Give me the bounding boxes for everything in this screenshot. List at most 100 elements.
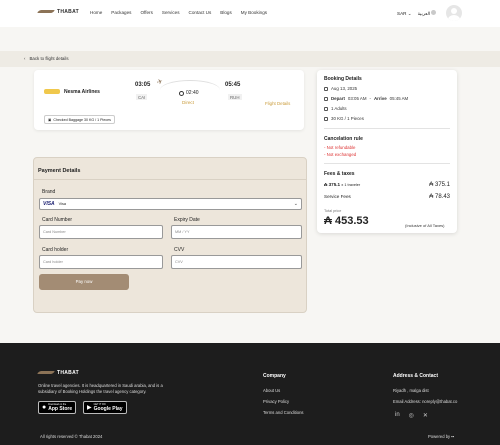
stops-label: Direct <box>182 100 194 105</box>
currency-label: SAR <box>397 10 407 16</box>
google-play-big: Google Play <box>93 406 123 412</box>
back-link[interactable]: ‹ Back to flight details <box>24 56 69 61</box>
flight-summary-card: Nesma Airlines 03:05 CAI ✈ 02:40 Direct … <box>34 70 304 130</box>
linkedin-icon[interactable]: in <box>395 412 400 419</box>
expiry-input[interactable]: MM / YY <box>171 225 302 239</box>
brand-select[interactable]: VISA Visa ⌄ <box>39 198 302 210</box>
google-play-badge[interactable]: ▶ GET IT ON Google Play <box>83 401 127 414</box>
chevron-down-icon: ⌄ <box>293 201 298 207</box>
rule-refund: - Not refundable <box>324 145 356 150</box>
instagram-icon[interactable]: ◎ <box>409 412 414 419</box>
nav-blogs[interactable]: Blogs <box>220 10 232 15</box>
visa-icon: VISA <box>43 200 55 207</box>
payment-title: Payment Details <box>38 168 81 174</box>
language-selector[interactable]: العربية <box>418 10 437 17</box>
footer-logo[interactable]: THABAT <box>38 370 79 376</box>
footer-description: Online travel agencies. It is headquarte… <box>38 383 163 394</box>
fare-total: ₳ 375.1 <box>429 182 450 188</box>
card-number-input[interactable]: Card Number <box>39 225 163 239</box>
copyright: All rights reserved © Thabat 2024 <box>40 434 103 439</box>
riyal-icon: ₳ <box>324 182 328 187</box>
nav-services[interactable]: Services <box>162 10 180 15</box>
provider-logo-icon: ▪▪ <box>451 434 455 439</box>
fare-row: ₳ 375.1 x 1 traveler ₳ 375.1 <box>324 182 450 188</box>
address-text: Riyadh , malga dist <box>393 388 429 393</box>
booking-date: Aug 13, 2025 <box>331 86 358 91</box>
nav-packages[interactable]: Packages <box>111 10 131 15</box>
total-value: 453.53 <box>335 215 369 227</box>
address-title: Address & Contact <box>393 373 439 379</box>
flight-duration: 02:40 <box>179 90 199 96</box>
user-icon <box>324 106 328 111</box>
app-store-badge[interactable]: ● Download on the App Store <box>38 401 77 414</box>
airline-logo <box>44 89 60 94</box>
depart-label: Depart <box>331 96 345 101</box>
brand-logo[interactable]: THABAT <box>38 9 79 15</box>
airline-name: Nesma Airlines <box>64 89 100 95</box>
dash-separator: - <box>369 96 371 101</box>
footer-link-privacy[interactable]: Privacy Policy <box>263 399 289 404</box>
booking-date-row: Aug 13, 2025 <box>324 86 357 91</box>
google-play-icon: ▶ <box>87 405 92 411</box>
service-fee-row: Service Fees ₳ 78.43 <box>324 194 450 200</box>
currency-selector[interactable]: SAR ⌄ <box>397 11 412 17</box>
baggage-badge: ▣ Checked Baggage 30 KG / 1 Pieces <box>44 115 115 124</box>
nav-my-bookings[interactable]: My Bookings <box>241 10 267 15</box>
user-avatar[interactable] <box>446 5 462 21</box>
arrive-time: 05:45 AM <box>389 96 409 101</box>
fare-multiplier: x 1 traveler <box>341 183 361 187</box>
service-fee-value: 78.43 <box>434 194 450 200</box>
footer-brand-name: THABAT <box>57 370 79 376</box>
social-links: in ◎ ✕ <box>395 412 428 419</box>
cvv-input[interactable]: CVV <box>171 255 302 269</box>
nav-home[interactable]: Home <box>90 10 102 15</box>
divider <box>324 163 450 164</box>
fare-amount: 375.1 <box>328 182 341 187</box>
x-icon[interactable]: ✕ <box>423 412 428 419</box>
flag-icon <box>431 10 437 15</box>
breadcrumb-strip <box>0 51 500 67</box>
total-price: ₳ 453.53 <box>324 215 369 227</box>
nav-offers[interactable]: Offers <box>140 10 152 15</box>
clock-icon <box>324 96 328 101</box>
arrive-label: Arrive <box>373 96 387 101</box>
card-holder-input[interactable]: Card holder <box>39 255 163 269</box>
footer-link-about[interactable]: About Us <box>263 388 280 393</box>
baggage-text: Checked Baggage 30 KG / 1 Pieces <box>53 117 111 122</box>
passengers-row: 1 Adults <box>324 106 347 111</box>
depart-time: 03:05 AM <box>347 96 367 101</box>
pay-now-button[interactable]: Pay now <box>39 274 129 290</box>
riyal-icon: ₳ <box>429 182 434 188</box>
booking-title: Booking Details <box>324 76 362 82</box>
top-header: THABAT Home Packages Offers Services Con… <box>0 0 500 27</box>
language-label: العربية <box>417 11 431 16</box>
riyal-icon: ₳ <box>429 194 434 200</box>
main-nav: Home Packages Offers Services Contact Us… <box>90 10 267 15</box>
fare-line: ₳ 375.1 x 1 traveler <box>324 182 360 188</box>
nav-contact[interactable]: Contact Us <box>189 10 212 15</box>
total-note: (Inclusive of All Taxes) <box>405 223 445 228</box>
payment-header: Payment Details <box>34 158 306 180</box>
booking-times-row: Depart 03:05 AM - Arrive 05:45 AM <box>324 96 408 101</box>
total-label: Total price <box>324 209 342 213</box>
chevron-left-icon: ‹ <box>24 56 26 61</box>
footer-link-terms[interactable]: Terms and Conditions <box>263 410 304 415</box>
flight-details-link[interactable]: Flight Details <box>265 101 290 106</box>
passengers: 1 Adults <box>331 106 347 111</box>
powered-by: Powered by ▪▪ <box>428 434 454 439</box>
logo-icon <box>38 9 54 15</box>
riyal-icon: ₳ <box>324 215 332 227</box>
fare-total-value: 375.1 <box>434 182 450 188</box>
booking-details-card: Booking Details Aug 13, 2025 Depart 03:0… <box>317 70 457 233</box>
arrival-code: RUH <box>228 94 242 100</box>
arrival-time: 05:45 <box>225 82 241 88</box>
luggage-icon <box>324 116 328 121</box>
calendar-icon <box>324 86 328 91</box>
brand-name: THABAT <box>57 9 79 15</box>
logo-icon <box>38 370 54 376</box>
duration-value: 02:40 <box>186 90 199 96</box>
brand-label: Brand <box>42 189 56 195</box>
booking-baggage-row: 30 KG / 1 Pieces <box>324 116 364 121</box>
powered-label: Powered by <box>428 434 451 439</box>
booking-baggage: 30 KG / 1 Pieces <box>331 116 364 121</box>
